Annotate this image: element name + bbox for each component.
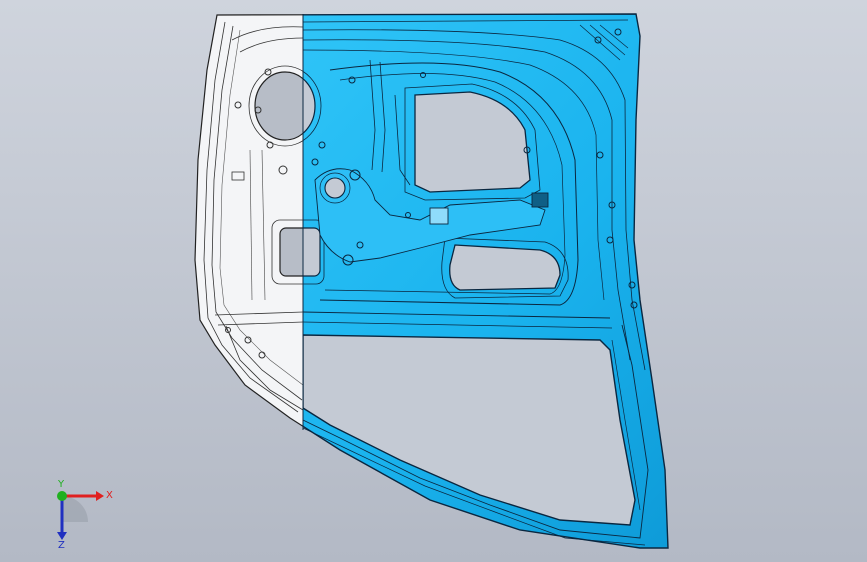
y-axis-label: Y [57,479,65,490]
door-panel-model[interactable] [0,0,867,562]
x-axis-label: X [106,490,113,501]
x-axis-arrowhead-icon [96,491,104,501]
y-axis-dot-icon [57,491,67,501]
regulator-hub [324,177,346,199]
z-axis-arrowhead-icon [57,532,67,540]
lower-access-hole [449,244,561,291]
triad-plane-icon [62,496,88,522]
graphics-viewport[interactable]: X Y Z [0,0,867,562]
z-axis-label: Z [58,540,65,548]
reference-triad[interactable]: X Y Z [40,478,120,548]
